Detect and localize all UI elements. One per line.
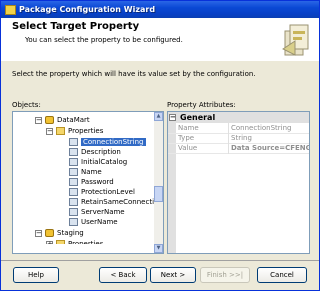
- collapse-icon[interactable]: −: [169, 114, 176, 121]
- tree-node-properties[interactable]: − Properties: [46, 126, 103, 136]
- finish-button[interactable]: Finish >>|: [200, 267, 250, 283]
- folder-icon: [56, 127, 65, 135]
- tree-item-connectionstring[interactable]: ConnectionString: [69, 137, 146, 147]
- tree-item-name[interactable]: Name: [69, 167, 102, 177]
- page-subtitle: You can select the property to be config…: [25, 36, 183, 44]
- grid-section-general[interactable]: − General: [168, 112, 309, 123]
- title-bar[interactable]: Package Configuration Wizard: [1, 1, 319, 18]
- property-icon: [69, 198, 78, 206]
- tree-vertical-scrollbar[interactable]: ▲ ▼: [154, 112, 163, 253]
- tree-item-servername[interactable]: ServerName: [69, 207, 125, 217]
- app-icon: [5, 4, 16, 15]
- property-icon: [69, 208, 78, 216]
- grid-row-value: Data Source=CFENG: [231, 144, 310, 152]
- tree-node-datamart[interactable]: − DataMart: [35, 115, 90, 125]
- tree-item-label: RetainSameConnection: [81, 198, 163, 206]
- grid-row-value: Value Data Source=CFENG: [168, 143, 309, 154]
- tree-node-label: Properties: [68, 240, 104, 248]
- grid-row-label: Value: [178, 144, 198, 152]
- tree-node-label: Properties: [68, 127, 104, 135]
- tree-item-label: ProtectionLevel: [81, 188, 135, 196]
- tree-item-username[interactable]: UserName: [69, 217, 118, 227]
- property-attributes-grid[interactable]: − General Name ConnectionString Type Str…: [167, 111, 310, 254]
- grid-row-label: Type: [178, 134, 195, 142]
- property-icon: [69, 188, 78, 196]
- tree-node-staging[interactable]: − Staging: [35, 228, 84, 238]
- help-button[interactable]: Help: [13, 267, 59, 283]
- tree-item-label: UserName: [81, 218, 118, 226]
- tree-node-label: DataMart: [57, 116, 90, 124]
- tree-item-label: InitialCatalog: [81, 158, 128, 166]
- grid-column-divider: [228, 123, 229, 154]
- tree-item-retainsameconnection[interactable]: RetainSameConnection: [69, 197, 163, 207]
- grid-row-value: ConnectionString: [231, 124, 292, 132]
- page-title: Select Target Property: [12, 21, 140, 32]
- instruction-text: Select the property which will have its …: [12, 70, 256, 78]
- tree-item-label: Name: [81, 168, 102, 176]
- wizard-art-icon: [282, 24, 309, 56]
- property-icon: [69, 218, 78, 226]
- banner-separator: [1, 60, 319, 61]
- scroll-down-button[interactable]: ▼: [154, 244, 163, 253]
- back-button[interactable]: < Back: [99, 267, 147, 283]
- property-icon: [69, 158, 78, 166]
- property-attributes-label: Property Attributes:: [167, 101, 236, 109]
- header-banner: Select Target Property You can select th…: [1, 18, 319, 61]
- collapse-icon[interactable]: −: [35, 116, 42, 124]
- tree-item-password[interactable]: Password: [69, 177, 114, 187]
- tree-item-initialcatalog[interactable]: InitialCatalog: [69, 157, 127, 167]
- window-title: Package Configuration Wizard: [19, 5, 156, 14]
- expand-icon[interactable]: +: [46, 240, 53, 244]
- database-icon: [45, 229, 54, 237]
- footer-separator: [1, 260, 319, 261]
- scroll-up-button[interactable]: ▲: [154, 112, 163, 121]
- property-icon: [69, 148, 78, 156]
- database-icon: [45, 116, 54, 124]
- grid-row-label: Name: [178, 124, 199, 132]
- property-icon: [69, 168, 78, 176]
- folder-icon: [56, 240, 65, 244]
- property-icon: [69, 138, 78, 146]
- tree-item-protectionlevel[interactable]: ProtectionLevel: [69, 187, 135, 197]
- objects-tree[interactable]: − DataMart − Properties ConnectionString…: [12, 111, 164, 254]
- grid-row-value: String: [231, 134, 252, 142]
- wizard-window: Package Configuration Wizard Select Targ…: [0, 0, 320, 291]
- grid-section-label: General: [180, 113, 216, 122]
- tree-item-label: ConnectionString: [81, 138, 146, 146]
- tree-item-label: ServerName: [81, 208, 125, 216]
- property-icon: [69, 178, 78, 186]
- objects-label: Objects:: [12, 101, 41, 109]
- tree-item-label: Password: [81, 178, 114, 186]
- tree-item-label: Description: [81, 148, 121, 156]
- collapse-icon[interactable]: −: [35, 229, 42, 237]
- cancel-button[interactable]: Cancel: [257, 267, 307, 283]
- next-button[interactable]: Next >: [150, 267, 196, 283]
- collapse-icon[interactable]: −: [46, 127, 53, 135]
- tree-item-description[interactable]: Description: [69, 147, 121, 157]
- tree-node-label: Staging: [57, 229, 84, 237]
- scroll-thumb[interactable]: [154, 186, 163, 202]
- tree-node-staging-properties[interactable]: + Properties: [46, 239, 104, 248]
